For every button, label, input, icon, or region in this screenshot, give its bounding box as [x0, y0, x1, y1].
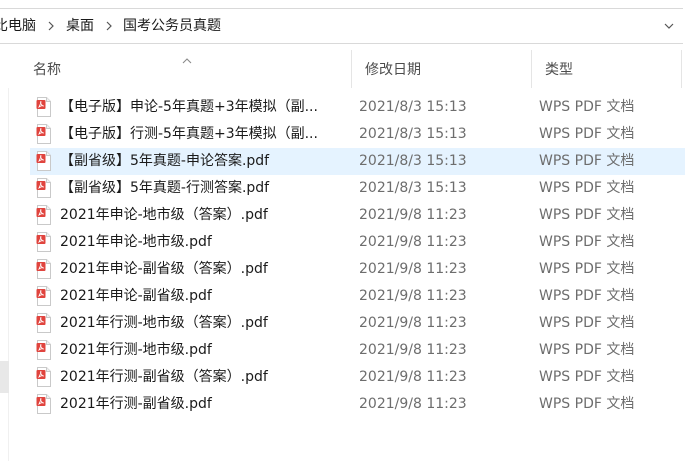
column-header-date-label: 修改日期 [365, 62, 421, 78]
pdf-file-icon [36, 340, 52, 360]
pdf-file-icon [36, 394, 52, 414]
file-name: 【电子版】申论-5年真题+3年模拟（副... [60, 99, 318, 115]
file-type: WPS PDF 文档 [539, 126, 635, 142]
file-type: WPS PDF 文档 [539, 396, 635, 412]
file-modified-date: 2021/8/3 15:13 [359, 180, 467, 196]
file-row[interactable]: 2021年行测-副省级.pdf 2021/9/8 11:23 WPS PDF 文… [30, 391, 685, 418]
file-modified-date: 2021/9/8 11:23 [359, 234, 467, 250]
file-type: WPS PDF 文档 [539, 342, 635, 358]
pdf-file-icon [36, 151, 52, 171]
pdf-file-icon [36, 205, 52, 225]
file-modified-date: 2021/8/3 15:13 [359, 153, 467, 169]
file-name: 2021年申论-副省级.pdf [60, 288, 212, 304]
file-modified-date: 2021/8/3 15:13 [359, 126, 467, 142]
file-type: WPS PDF 文档 [539, 315, 635, 331]
file-list: 【电子版】申论-5年真题+3年模拟（副... 2021/8/3 15:13 WP… [30, 94, 685, 418]
file-name: 2021年行测-副省级.pdf [60, 396, 212, 412]
pdf-file-icon [36, 124, 52, 144]
column-header-date[interactable]: 修改日期 [351, 50, 531, 88]
file-type: WPS PDF 文档 [539, 288, 635, 304]
breadcrumb-item-current-folder[interactable]: 国考公务员真题 [123, 17, 221, 35]
column-header-extra[interactable] [681, 50, 685, 88]
chevron-right-icon[interactable] [104, 17, 114, 35]
file-row[interactable]: 2021年申论-副省级.pdf 2021/9/8 11:23 WPS PDF 文… [30, 283, 685, 310]
address-bar[interactable]: 比电脑 桌面 国考公务员真题 [0, 8, 683, 44]
file-type: WPS PDF 文档 [539, 234, 635, 250]
navigation-pane-edge [8, 88, 9, 461]
pdf-file-icon [36, 286, 52, 306]
pdf-file-icon [36, 178, 52, 198]
file-name: 【副省级】5年真题-行测答案.pdf [60, 180, 270, 196]
file-modified-date: 2021/9/8 11:23 [359, 261, 467, 277]
file-name: 2021年行测-地市级（答案）.pdf [60, 315, 268, 331]
breadcrumb-item-desktop[interactable]: 桌面 [66, 17, 94, 35]
file-modified-date: 2021/9/8 11:23 [359, 315, 467, 331]
column-header-type[interactable]: 类型 [531, 50, 681, 88]
file-row[interactable]: 【电子版】申论-5年真题+3年模拟（副... 2021/8/3 15:13 WP… [30, 94, 685, 121]
file-type: WPS PDF 文档 [539, 180, 635, 196]
file-modified-date: 2021/9/8 11:23 [359, 288, 467, 304]
chevron-right-icon[interactable] [46, 17, 56, 35]
file-name: 2021年申论-地市级（答案）.pdf [60, 207, 268, 223]
file-type: WPS PDF 文档 [539, 99, 635, 115]
file-name: 2021年行测-副省级（答案）.pdf [60, 369, 268, 385]
file-row[interactable]: 2021年申论-副省级（答案）.pdf 2021/9/8 11:23 WPS P… [30, 256, 685, 283]
file-row[interactable]: 【副省级】5年真题-申论答案.pdf 2021/8/3 15:13 WPS PD… [30, 148, 685, 175]
file-modified-date: 2021/9/8 11:23 [359, 396, 467, 412]
file-modified-date: 2021/9/8 11:23 [359, 207, 467, 223]
column-header-name[interactable]: 名称 [20, 50, 351, 88]
breadcrumb-item-this-pc[interactable]: 比电脑 [0, 17, 36, 35]
file-type: WPS PDF 文档 [539, 369, 635, 385]
file-type: WPS PDF 文档 [539, 153, 635, 169]
file-name: 2021年申论-地市级.pdf [60, 234, 212, 250]
file-row[interactable]: 2021年行测-地市级.pdf 2021/9/8 11:23 WPS PDF 文… [30, 337, 685, 364]
column-header-type-label: 类型 [545, 62, 573, 78]
file-name: 2021年行测-地市级.pdf [60, 342, 212, 358]
file-name: 2021年申论-副省级（答案）.pdf [60, 261, 268, 277]
file-modified-date: 2021/9/8 11:23 [359, 369, 467, 385]
file-row[interactable]: 【副省级】5年真题-行测答案.pdf 2021/8/3 15:13 WPS PD… [30, 175, 685, 202]
file-type: WPS PDF 文档 [539, 207, 635, 223]
pdf-file-icon [36, 367, 52, 387]
file-row[interactable]: 2021年行测-地市级（答案）.pdf 2021/9/8 11:23 WPS P… [30, 310, 685, 337]
pdf-file-icon [36, 259, 52, 279]
file-row[interactable]: 2021年申论-地市级.pdf 2021/9/8 11:23 WPS PDF 文… [30, 229, 685, 256]
pdf-file-icon [36, 313, 52, 333]
navigation-pane-scroll-mark[interactable] [0, 361, 9, 393]
column-header-name-label: 名称 [33, 62, 61, 78]
file-type: WPS PDF 文档 [539, 261, 635, 277]
column-header-row: 名称 修改日期 类型 [20, 50, 685, 88]
file-row[interactable]: 【电子版】行测-5年真题+3年模拟（副... 2021/8/3 15:13 WP… [30, 121, 685, 148]
file-row[interactable]: 2021年行测-副省级（答案）.pdf 2021/9/8 11:23 WPS P… [30, 364, 685, 391]
file-name: 【副省级】5年真题-申论答案.pdf [60, 153, 270, 169]
pdf-file-icon [36, 97, 52, 117]
file-modified-date: 2021/8/3 15:13 [359, 99, 467, 115]
chevron-down-icon[interactable] [661, 17, 677, 35]
file-row[interactable]: 2021年申论-地市级（答案）.pdf 2021/9/8 11:23 WPS P… [30, 202, 685, 229]
file-name: 【电子版】行测-5年真题+3年模拟（副... [60, 126, 318, 142]
pdf-file-icon [36, 232, 52, 252]
file-modified-date: 2021/9/8 11:23 [359, 342, 467, 358]
